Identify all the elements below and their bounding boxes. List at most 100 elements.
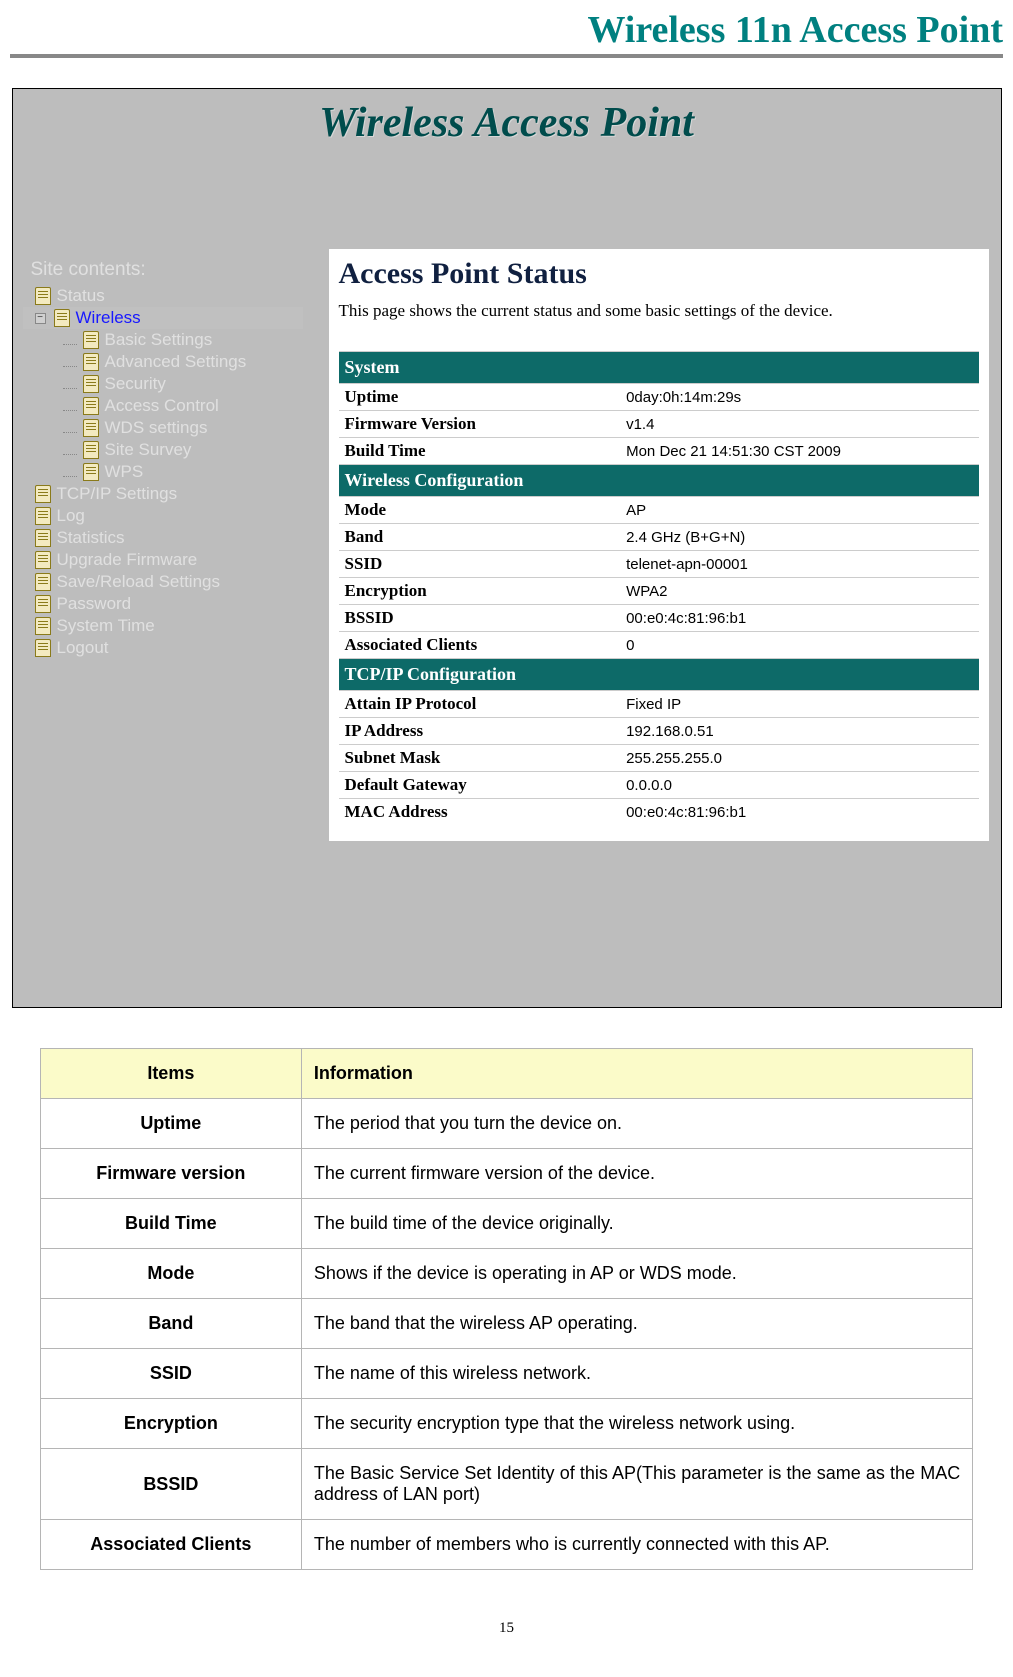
sidebar-item-password[interactable]: Password: [23, 593, 303, 615]
sidebar-item-logout[interactable]: Logout: [23, 637, 303, 659]
section-header: Wireless Configuration: [339, 465, 979, 497]
sidebar-item-label: Statistics: [57, 528, 125, 548]
document-icon: [83, 419, 99, 437]
sidebar-item-label: Logout: [57, 638, 109, 658]
def-info: The band that the wireless AP operating.: [301, 1299, 972, 1349]
tree-connector-icon: [63, 358, 77, 367]
sidebar-item-label: TCP/IP Settings: [57, 484, 178, 504]
sidebar-item-label: Password: [57, 594, 132, 614]
document-icon: [35, 485, 51, 503]
row-label: Attain IP Protocol: [339, 691, 621, 718]
document-icon: [83, 463, 99, 481]
sidebar-item-upgrade-firmware[interactable]: Upgrade Firmware: [23, 549, 303, 571]
sidebar-item-save-reload-settings[interactable]: Save/Reload Settings: [23, 571, 303, 593]
sidebar-item-label: Basic Settings: [105, 330, 213, 350]
table-row: ModeShows if the device is operating in …: [40, 1249, 972, 1299]
sidebar-item-system-time[interactable]: System Time: [23, 615, 303, 637]
sidebar-item-status[interactable]: Status: [23, 285, 303, 307]
row-value: Fixed IP: [620, 691, 978, 718]
sidebar-item-tcp-ip-settings[interactable]: TCP/IP Settings: [23, 483, 303, 505]
sidebar-item-label: Save/Reload Settings: [57, 572, 221, 592]
table-row: Uptime0day:0h:14m:29s: [339, 384, 979, 411]
row-label: Firmware Version: [339, 411, 621, 438]
row-label: Default Gateway: [339, 772, 621, 799]
sidebar-item-wireless[interactable]: − Wireless: [23, 307, 303, 329]
def-item: SSID: [40, 1349, 301, 1399]
table-row: Build TimeMon Dec 21 14:51:30 CST 2009: [339, 438, 979, 465]
sidebar-item-log[interactable]: Log: [23, 505, 303, 527]
sidebar-item-wps[interactable]: WPS: [23, 461, 303, 483]
def-item: Firmware version: [40, 1149, 301, 1199]
table-header-row: Items Information: [40, 1049, 972, 1099]
expander-icon[interactable]: −: [35, 313, 46, 324]
table-row: MAC Address00:e0:4c:81:96:b1: [339, 799, 979, 826]
section-header-row: TCP/IP Configuration: [339, 659, 979, 691]
def-info: The name of this wireless network.: [301, 1349, 972, 1399]
section-header: TCP/IP Configuration: [339, 659, 979, 691]
row-value: 0: [620, 632, 978, 659]
sidebar-item-wds-settings[interactable]: WDS settings: [23, 417, 303, 439]
sidebar-item-advanced-settings[interactable]: Advanced Settings: [23, 351, 303, 373]
section-header: System: [339, 352, 979, 384]
sidebar-item-basic-settings[interactable]: Basic Settings: [23, 329, 303, 351]
sidebar-item-statistics[interactable]: Statistics: [23, 527, 303, 549]
document-icon: [35, 507, 51, 525]
row-label: Uptime: [339, 384, 621, 411]
row-label: Build Time: [339, 438, 621, 465]
sidebar-item-label: Status: [57, 286, 105, 306]
sidebar-item-label: Log: [57, 506, 85, 526]
row-value: 00:e0:4c:81:96:b1: [620, 605, 978, 632]
table-row: SSIDtelenet-apn-00001: [339, 551, 979, 578]
content-intro: This page shows the current status and s…: [339, 301, 979, 321]
def-item: Band: [40, 1299, 301, 1349]
row-value: 2.4 GHz (B+G+N): [620, 524, 978, 551]
sidebar-heading: Site contents:: [23, 259, 303, 281]
def-info: The period that you turn the device on.: [301, 1099, 972, 1149]
sidebar-item-security[interactable]: Security: [23, 373, 303, 395]
section-header-row: System: [339, 352, 979, 384]
document-icon: [35, 573, 51, 591]
row-value: AP: [620, 497, 978, 524]
table-row: EncryptionThe security encryption type t…: [40, 1399, 972, 1449]
table-row: Attain IP ProtocolFixed IP: [339, 691, 979, 718]
table-row: BSSID00:e0:4c:81:96:b1: [339, 605, 979, 632]
document-icon: [35, 287, 51, 305]
page-number: 15: [10, 1620, 1003, 1637]
document-icon: [83, 441, 99, 459]
sidebar: Site contents: Status− WirelessBasic Sett…: [23, 259, 303, 659]
section-header-row: Wireless Configuration: [339, 465, 979, 497]
sidebar-item-label: Advanced Settings: [105, 352, 247, 372]
table-row: BandThe band that the wireless AP operat…: [40, 1299, 972, 1349]
sidebar-item-label: WPS: [105, 462, 144, 482]
status-content: Access Point Status This page shows the …: [329, 249, 989, 841]
content-title: Access Point Status: [339, 257, 979, 291]
document-icon: [83, 353, 99, 371]
row-label: IP Address: [339, 718, 621, 745]
sidebar-item-label: Site Survey: [105, 440, 192, 460]
row-value: 0day:0h:14m:29s: [620, 384, 978, 411]
status-table: SystemUptime0day:0h:14m:29sFirmware Vers…: [339, 351, 979, 825]
def-info: The number of members who is currently c…: [301, 1520, 972, 1570]
document-icon: [83, 397, 99, 415]
def-item: Encryption: [40, 1399, 301, 1449]
row-value: Mon Dec 21 14:51:30 CST 2009: [620, 438, 978, 465]
screenshot-panel: Wireless Access Point Site contents: Sta…: [12, 88, 1002, 1008]
def-info: The current firmware version of the devi…: [301, 1149, 972, 1199]
sidebar-item-access-control[interactable]: Access Control: [23, 395, 303, 417]
def-info: The security encryption type that the wi…: [301, 1399, 972, 1449]
document-icon: [83, 331, 99, 349]
table-row: Firmware versionThe current firmware ver…: [40, 1149, 972, 1199]
row-label: SSID: [339, 551, 621, 578]
row-label: MAC Address: [339, 799, 621, 826]
table-row: EncryptionWPA2: [339, 578, 979, 605]
def-item: Uptime: [40, 1099, 301, 1149]
table-row: Firmware Versionv1.4: [339, 411, 979, 438]
table-row: Default Gateway0.0.0.0: [339, 772, 979, 799]
sidebar-item-label: Wireless: [76, 308, 141, 328]
row-value: 255.255.255.0: [620, 745, 978, 772]
sidebar-item-site-survey[interactable]: Site Survey: [23, 439, 303, 461]
table-row: UptimeThe period that you turn the devic…: [40, 1099, 972, 1149]
row-value: v1.4: [620, 411, 978, 438]
tree-connector-icon: [63, 446, 77, 455]
table-row: Associated ClientsThe number of members …: [40, 1520, 972, 1570]
